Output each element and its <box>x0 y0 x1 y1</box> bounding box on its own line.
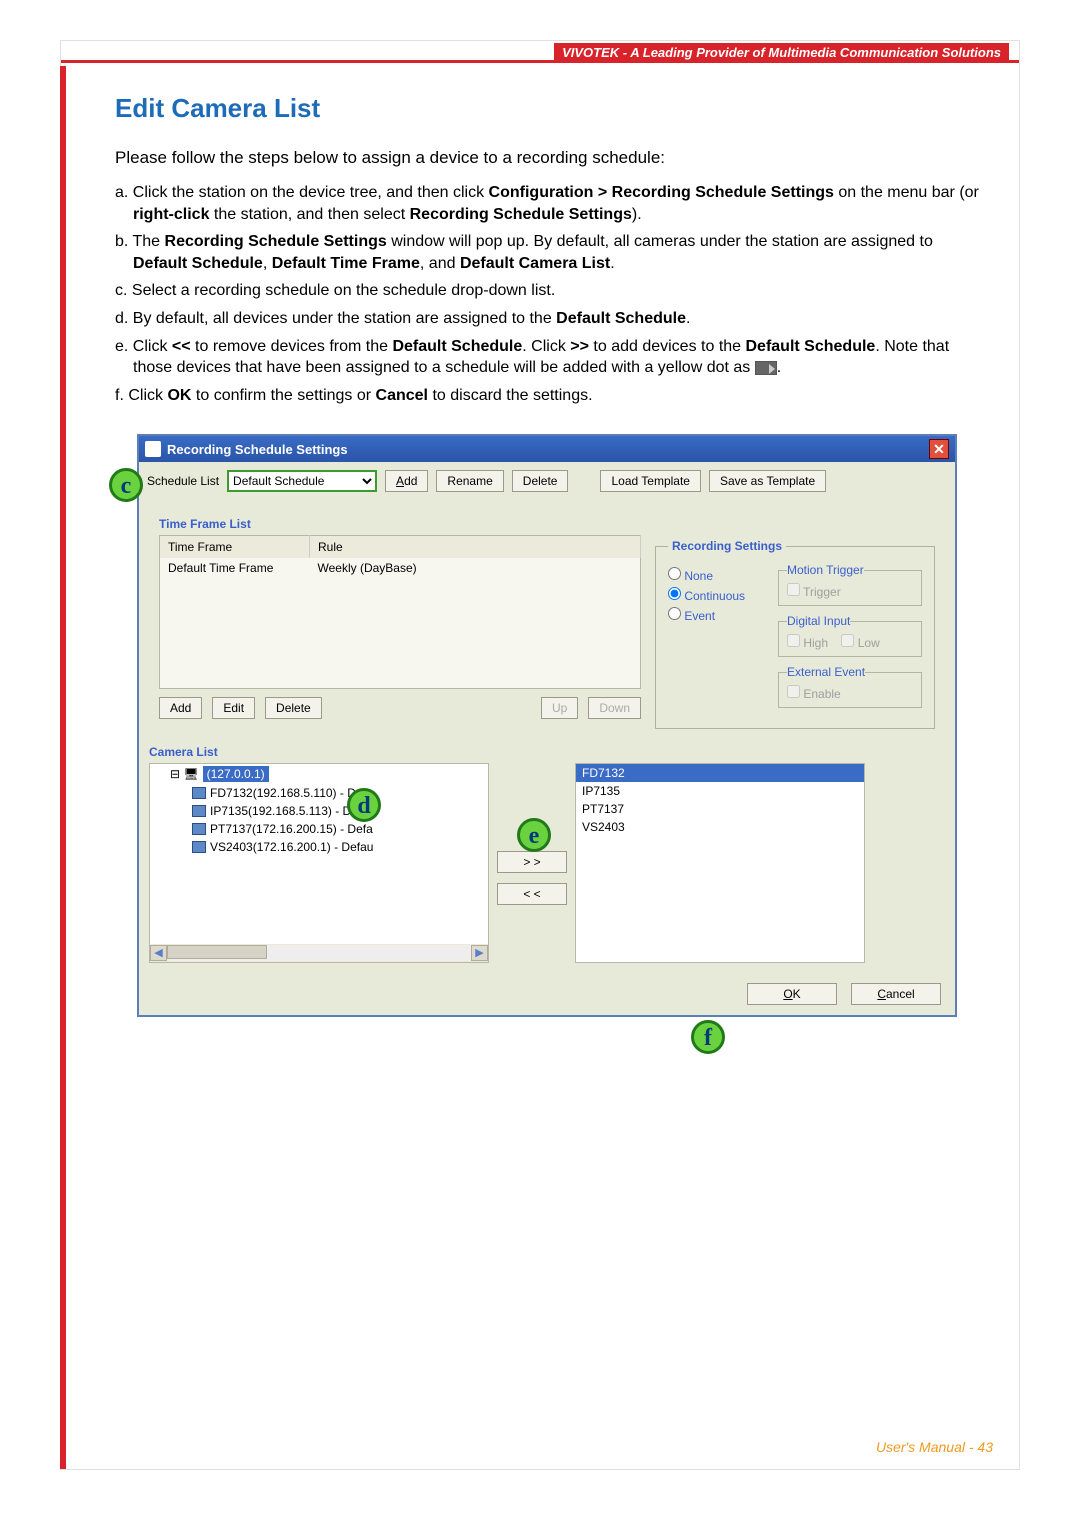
list-item[interactable]: VS2403 <box>576 818 864 836</box>
page-sheet: VIVOTEK - A Leading Provider of Multimed… <box>60 40 1020 1470</box>
camera-dot-icon <box>755 361 777 375</box>
steps-list: a. Click the station on the device tree,… <box>115 182 979 406</box>
camera-icon <box>192 805 206 817</box>
chk-trigger[interactable]: Trigger <box>787 585 841 599</box>
step-d: d. By default, all devices under the sta… <box>115 308 979 330</box>
tree-item[interactable]: PT7137(172.16.200.15) - Defa <box>150 820 488 838</box>
device-tree[interactable]: ⊟ 🖥 (127.0.0.1) FD7132(192.168.5.110) - … <box>149 763 489 963</box>
camera-list-group: Camera List ⊟ 🖥 (127.0.0.1) FD7132(192.1… <box>149 745 945 963</box>
tf-add-button[interactable]: Add <box>159 697 202 719</box>
tf-down-button[interactable]: Down <box>588 697 641 719</box>
motion-trigger-label: Motion Trigger <box>787 563 864 577</box>
step-e: e. Click << to remove devices from the D… <box>115 336 979 379</box>
list-item[interactable]: FD7132 <box>576 764 864 782</box>
radio-continuous[interactable]: Continuous <box>668 587 768 603</box>
schedule-dropdown[interactable]: Default Schedule <box>227 470 377 492</box>
col-rule: Rule <box>310 536 641 559</box>
timeframe-table[interactable]: Time Frame Rule Default Time Frame Weekl… <box>159 535 641 689</box>
recording-settings-panel: Recording Settings None Continuous Event… <box>655 535 935 729</box>
digital-input-label: Digital Input <box>787 614 850 628</box>
camera-icon <box>192 787 206 799</box>
chk-low[interactable]: Low <box>841 636 879 650</box>
schedule-list-label: Schedule List <box>147 474 219 488</box>
table-row[interactable]: Default Time Frame Weekly (DayBase) <box>160 558 641 578</box>
recording-schedule-window: Recording Schedule Settings ✕ Schedule L… <box>137 434 957 1017</box>
app-icon <box>145 441 161 457</box>
window-title: Recording Schedule Settings <box>167 442 348 457</box>
header-bar: VIVOTEK - A Leading Provider of Multimed… <box>61 41 1019 63</box>
red-sidebar <box>60 66 66 1469</box>
scroll-right-icon[interactable]: ▶ <box>471 945 488 961</box>
schedule-rename-button[interactable]: Rename <box>436 470 503 492</box>
window-titlebar[interactable]: Recording Schedule Settings ✕ <box>139 436 955 462</box>
schedule-delete-button[interactable]: Delete <box>512 470 569 492</box>
external-event-label: External Event <box>787 665 865 679</box>
assign-right-button[interactable]: > > <box>497 851 567 873</box>
list-item[interactable]: PT7137 <box>576 800 864 818</box>
step-f: f. Click OK to confirm the settings or C… <box>115 385 979 407</box>
callout-f: f <box>691 1020 725 1054</box>
header-brand: VIVOTEK - A Leading Provider of Multimed… <box>554 43 1009 62</box>
timeframe-group: Time Frame List Time Frame Rule Default … <box>149 506 945 739</box>
tf-up-button[interactable]: Up <box>541 697 578 719</box>
close-icon[interactable]: ✕ <box>929 439 949 459</box>
timeframe-label: Time Frame List <box>159 517 935 531</box>
step-b: b. The Recording Schedule Settings windo… <box>115 231 979 274</box>
radio-none[interactable]: None <box>668 567 768 583</box>
assign-left-button[interactable]: < < <box>497 883 567 905</box>
camera-icon <box>192 823 206 835</box>
cancel-button[interactable]: Cancel <box>851 983 941 1005</box>
schedule-add-button[interactable]: Add <box>385 470 428 492</box>
assigned-list[interactable]: FD7132 IP7135 PT7137 VS2403 <box>575 763 865 963</box>
chk-high[interactable]: High <box>787 636 828 650</box>
content-area: Edit Camera List Please follow the steps… <box>61 63 1019 1017</box>
tree-item[interactable]: FD7132(192.168.5.110) - Defa <box>150 784 488 802</box>
dialog-bottom-bar: OK Cancel <box>139 973 955 1015</box>
page-title: Edit Camera List <box>115 93 979 124</box>
step-a: a. Click the station on the device tree,… <box>115 182 979 225</box>
step-c: c. Select a recording schedule on the sc… <box>115 280 979 302</box>
schedule-toolbar: Schedule List Default Schedule Add Renam… <box>139 462 955 500</box>
tf-delete-button[interactable]: Delete <box>265 697 322 719</box>
tree-root[interactable]: ⊟ 🖥 (127.0.0.1) <box>152 764 488 784</box>
transfer-buttons: > > < < <box>497 763 567 963</box>
dialog-screenshot: Recording Schedule Settings ✕ Schedule L… <box>137 434 957 1017</box>
col-timeframe: Time Frame <box>160 536 310 559</box>
ok-button[interactable]: OK <box>747 983 837 1005</box>
list-item[interactable]: IP7135 <box>576 782 864 800</box>
load-template-button[interactable]: Load Template <box>600 470 701 492</box>
scroll-left-icon[interactable]: ◀ <box>150 945 167 961</box>
tf-edit-button[interactable]: Edit <box>212 697 255 719</box>
camera-list-label: Camera List <box>149 745 945 759</box>
tree-h-scrollbar[interactable]: ◀ ▶ <box>150 944 488 962</box>
scroll-thumb[interactable] <box>167 945 267 959</box>
camera-icon <box>192 841 206 853</box>
intro-text: Please follow the steps below to assign … <box>115 148 979 168</box>
save-as-template-button[interactable]: Save as Template <box>709 470 826 492</box>
radio-event[interactable]: Event <box>668 607 768 623</box>
tree-item[interactable]: VS2403(172.16.200.1) - Defau <box>150 838 488 856</box>
recset-label: Recording Settings <box>668 539 786 553</box>
timeframe-buttons: Add Edit Delete Up Down <box>159 697 641 719</box>
chk-enable[interactable]: Enable <box>787 687 841 701</box>
tree-item[interactable]: IP7135(192.168.5.113) - Defa <box>150 802 488 820</box>
page-footer: User's Manual - 43 <box>876 1439 993 1455</box>
